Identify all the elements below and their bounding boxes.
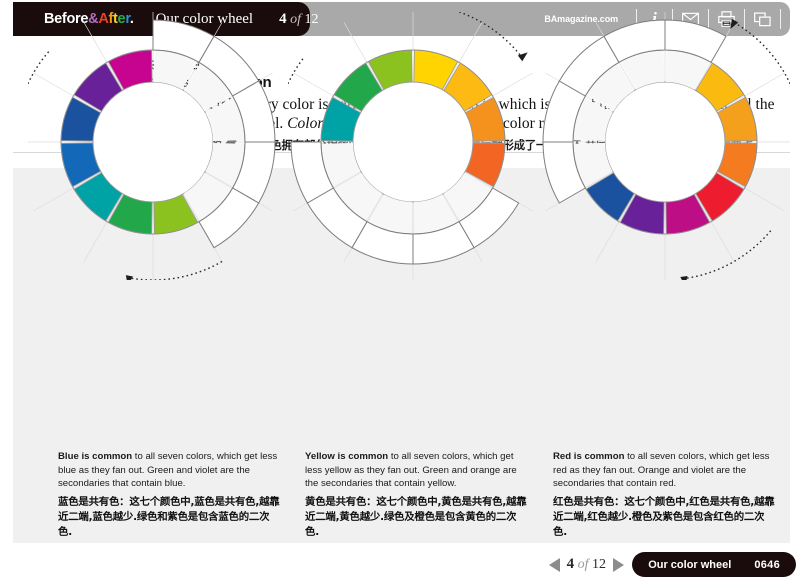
- prev-arrow[interactable]: [548, 557, 560, 572]
- yellow-wheel: [288, 12, 538, 280]
- header-page-current: 4: [279, 10, 287, 27]
- footer-code: 0646: [754, 558, 780, 571]
- caption-yellow-en-bold: Yellow is common: [305, 451, 389, 462]
- caption-blue-cn: 蓝色是共有色：这七个颜色中,蓝色是共有色,越靠近二端,蓝色越少.绿色和紫色是包含…: [58, 495, 280, 538]
- red-wheel: [540, 12, 790, 280]
- footer-page-total: 12: [592, 557, 606, 572]
- caption-yellow-en: Yellow is common to all seven colors, wh…: [305, 450, 527, 491]
- caption-blue: Blue is common to all seven colors, whic…: [58, 450, 280, 540]
- footer-title-pill[interactable]: Our color wheel 0646: [632, 552, 796, 577]
- footer-title: Our color wheel: [648, 558, 732, 571]
- footer-page-current: 4: [566, 556, 575, 572]
- footer-nav: 4 of 12: [548, 556, 624, 573]
- footer-bar: 4 of 12 Our color wheel 0646: [0, 550, 807, 586]
- caption-blue-en-bold: Blue is common: [58, 451, 133, 462]
- caption-red: Red is common to all seven colors, which…: [553, 450, 775, 540]
- footer-page-of: of: [577, 557, 589, 572]
- blue-wheel: [28, 12, 278, 280]
- next-arrow[interactable]: [613, 557, 624, 572]
- caption-red-cn: 红色是共有色：这七个颜色中,红色是共有色,越靠近二端,红色越少.橙色及紫色是包含…: [553, 495, 775, 538]
- caption-yellow-cn: 黄色是共有色：这七个颜色中,黄色是共有色,越靠近二端,黄色越少.绿色及橙色是包含…: [305, 495, 527, 538]
- caption-blue-en: Blue is common to all seven colors, whic…: [58, 450, 280, 491]
- footer-page-indicator: 4 of 12: [567, 556, 606, 573]
- caption-red-en: Red is common to all seven colors, which…: [553, 450, 775, 491]
- caption-red-en-bold: Red is common: [553, 451, 625, 462]
- caption-yellow: Yellow is common to all seven colors, wh…: [305, 450, 527, 540]
